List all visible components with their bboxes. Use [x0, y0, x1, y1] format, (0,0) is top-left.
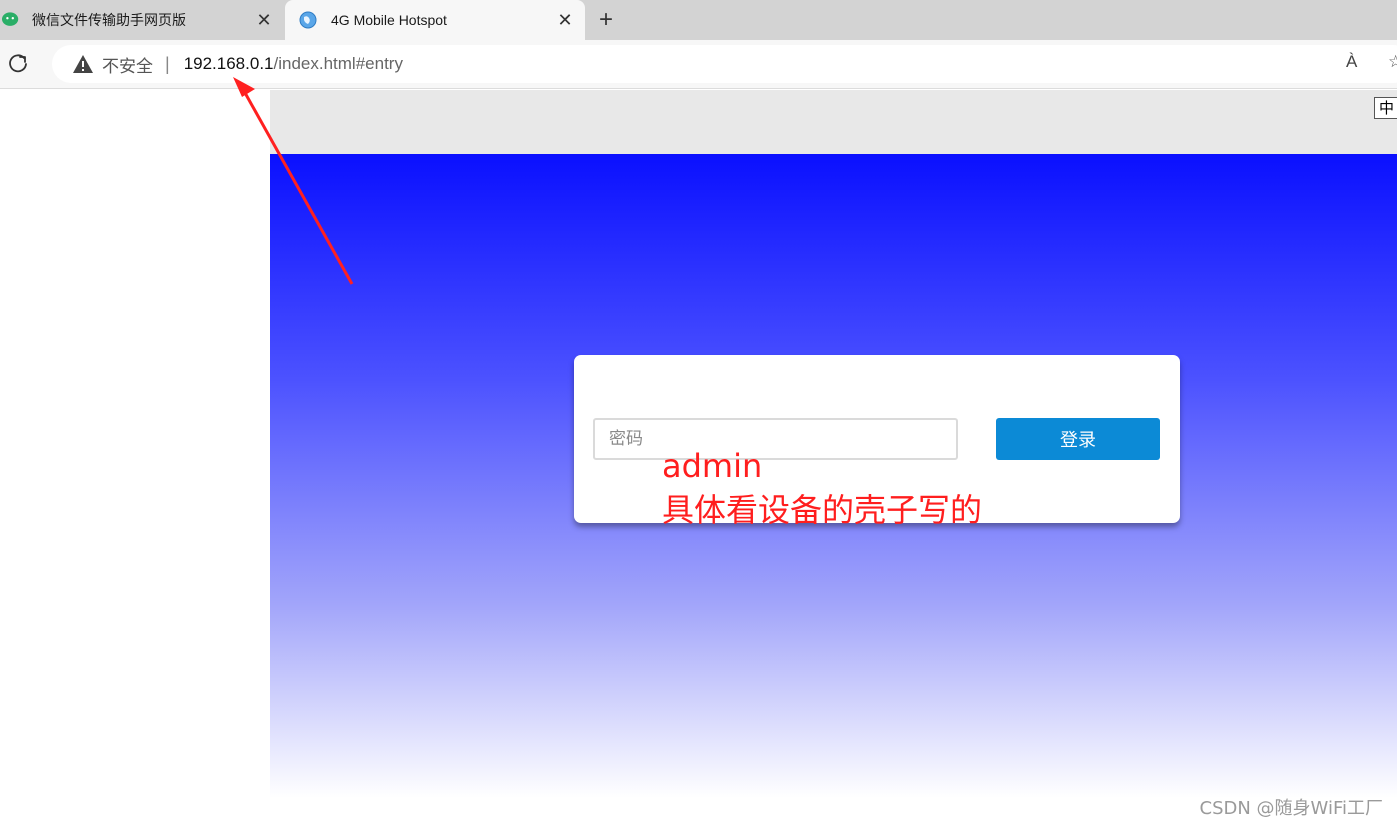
tab-wechat[interactable]: 微信文件传输助手网页版 ✕: [0, 0, 284, 40]
annotation-line-1: admin: [662, 447, 763, 485]
tab-strip: 微信文件传输助手网页版 ✕ 4G Mobile Hotspot ✕ +: [0, 0, 1397, 40]
globe-icon: [299, 11, 317, 29]
address-bar[interactable]: 不安全 | 192.168.0.1/index.html#entry: [52, 45, 1397, 83]
tab-title: 4G Mobile Hotspot: [331, 12, 447, 28]
url-path[interactable]: /index.html#entry: [274, 54, 403, 74]
url-host[interactable]: 192.168.0.1: [184, 54, 274, 74]
annotation-text: admin 具体看设备的壳子写的: [662, 444, 982, 532]
watermark: CSDN @随身WiFi工厂: [1199, 798, 1384, 819]
warning-icon[interactable]: [72, 53, 94, 75]
annotation-line-2: 具体看设备的壳子写的: [662, 491, 983, 529]
page-header: 中: [270, 90, 1397, 154]
reload-button[interactable]: [4, 50, 32, 78]
browser-toolbar: 不安全 | 192.168.0.1/index.html#entry À ☆: [0, 40, 1397, 89]
wechat-icon: [2, 11, 20, 29]
new-tab-button[interactable]: +: [592, 6, 620, 34]
close-icon[interactable]: ✕: [555, 10, 575, 30]
tab-title: 微信文件传输助手网页版: [32, 12, 186, 28]
tab-hotspot[interactable]: 4G Mobile Hotspot ✕: [285, 0, 585, 40]
security-label[interactable]: 不安全: [102, 52, 153, 77]
login-button[interactable]: 登录: [996, 418, 1160, 460]
language-switch-button[interactable]: 中: [1373, 97, 1397, 119]
favorite-star-icon[interactable]: ☆: [1388, 52, 1397, 72]
address-separator: |: [165, 53, 170, 74]
read-aloud-icon[interactable]: À: [1346, 52, 1357, 72]
close-icon[interactable]: ✕: [254, 10, 274, 30]
reload-icon: [9, 54, 27, 73]
page-left-blank: [0, 90, 270, 798]
